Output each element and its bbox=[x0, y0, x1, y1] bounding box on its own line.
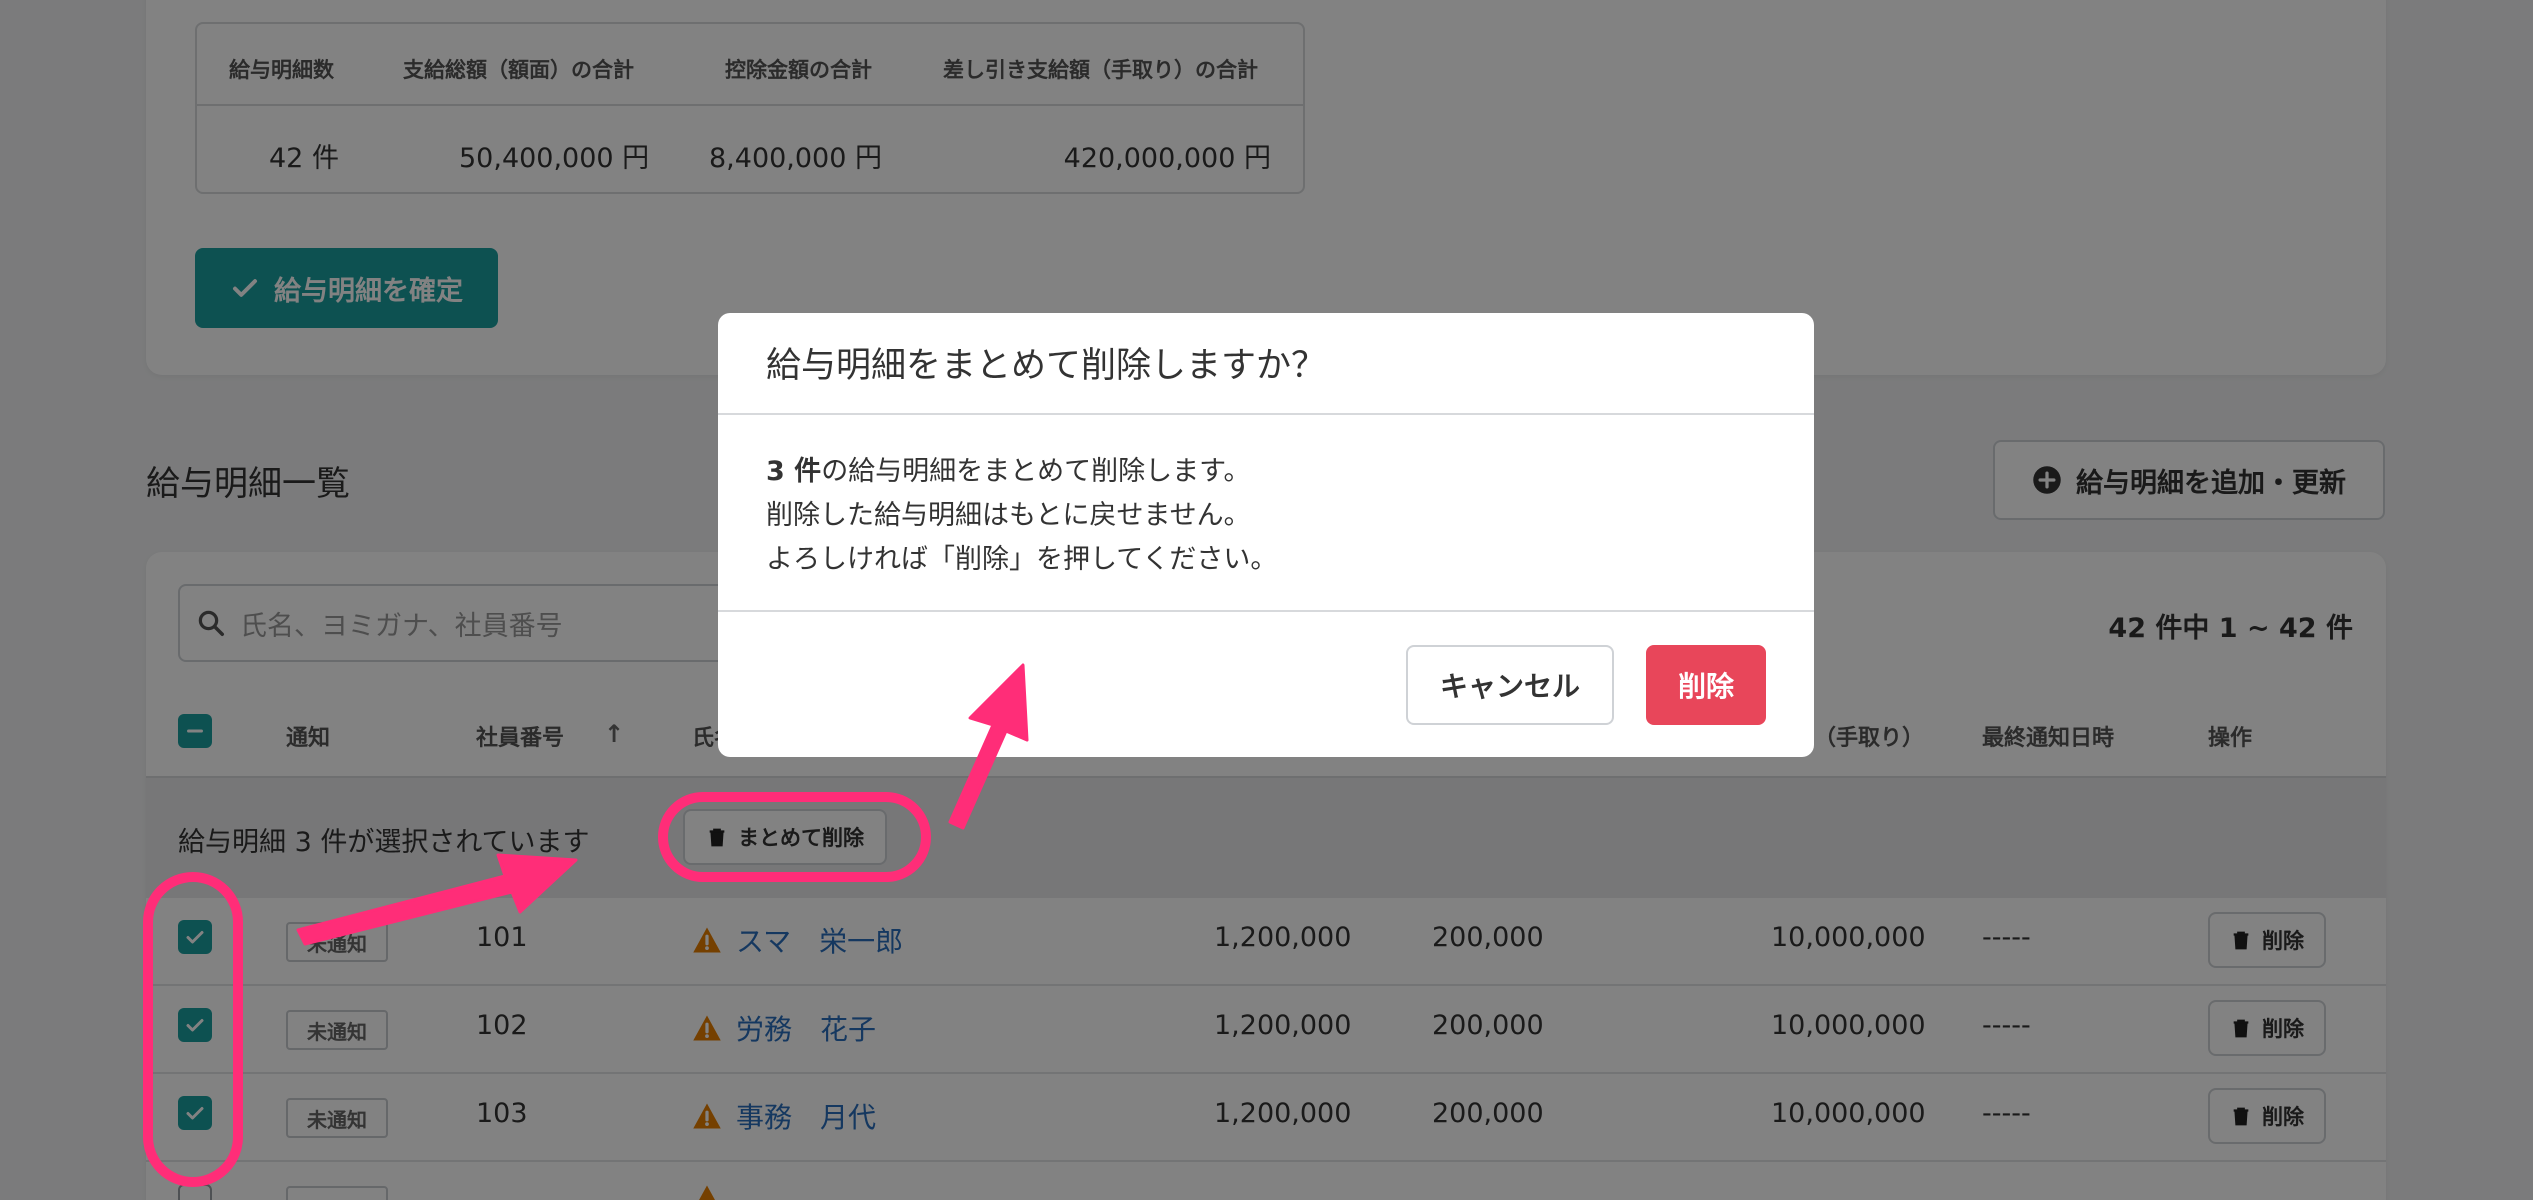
annotation-checkbox-highlight bbox=[143, 872, 243, 1187]
annotation-arrow-to-bulk-delete bbox=[296, 853, 578, 946]
annotation-overlay bbox=[143, 663, 1029, 1187]
annotation-arrow-to-dialog bbox=[948, 663, 1029, 830]
annotation-bulk-delete-highlight bbox=[658, 792, 931, 882]
